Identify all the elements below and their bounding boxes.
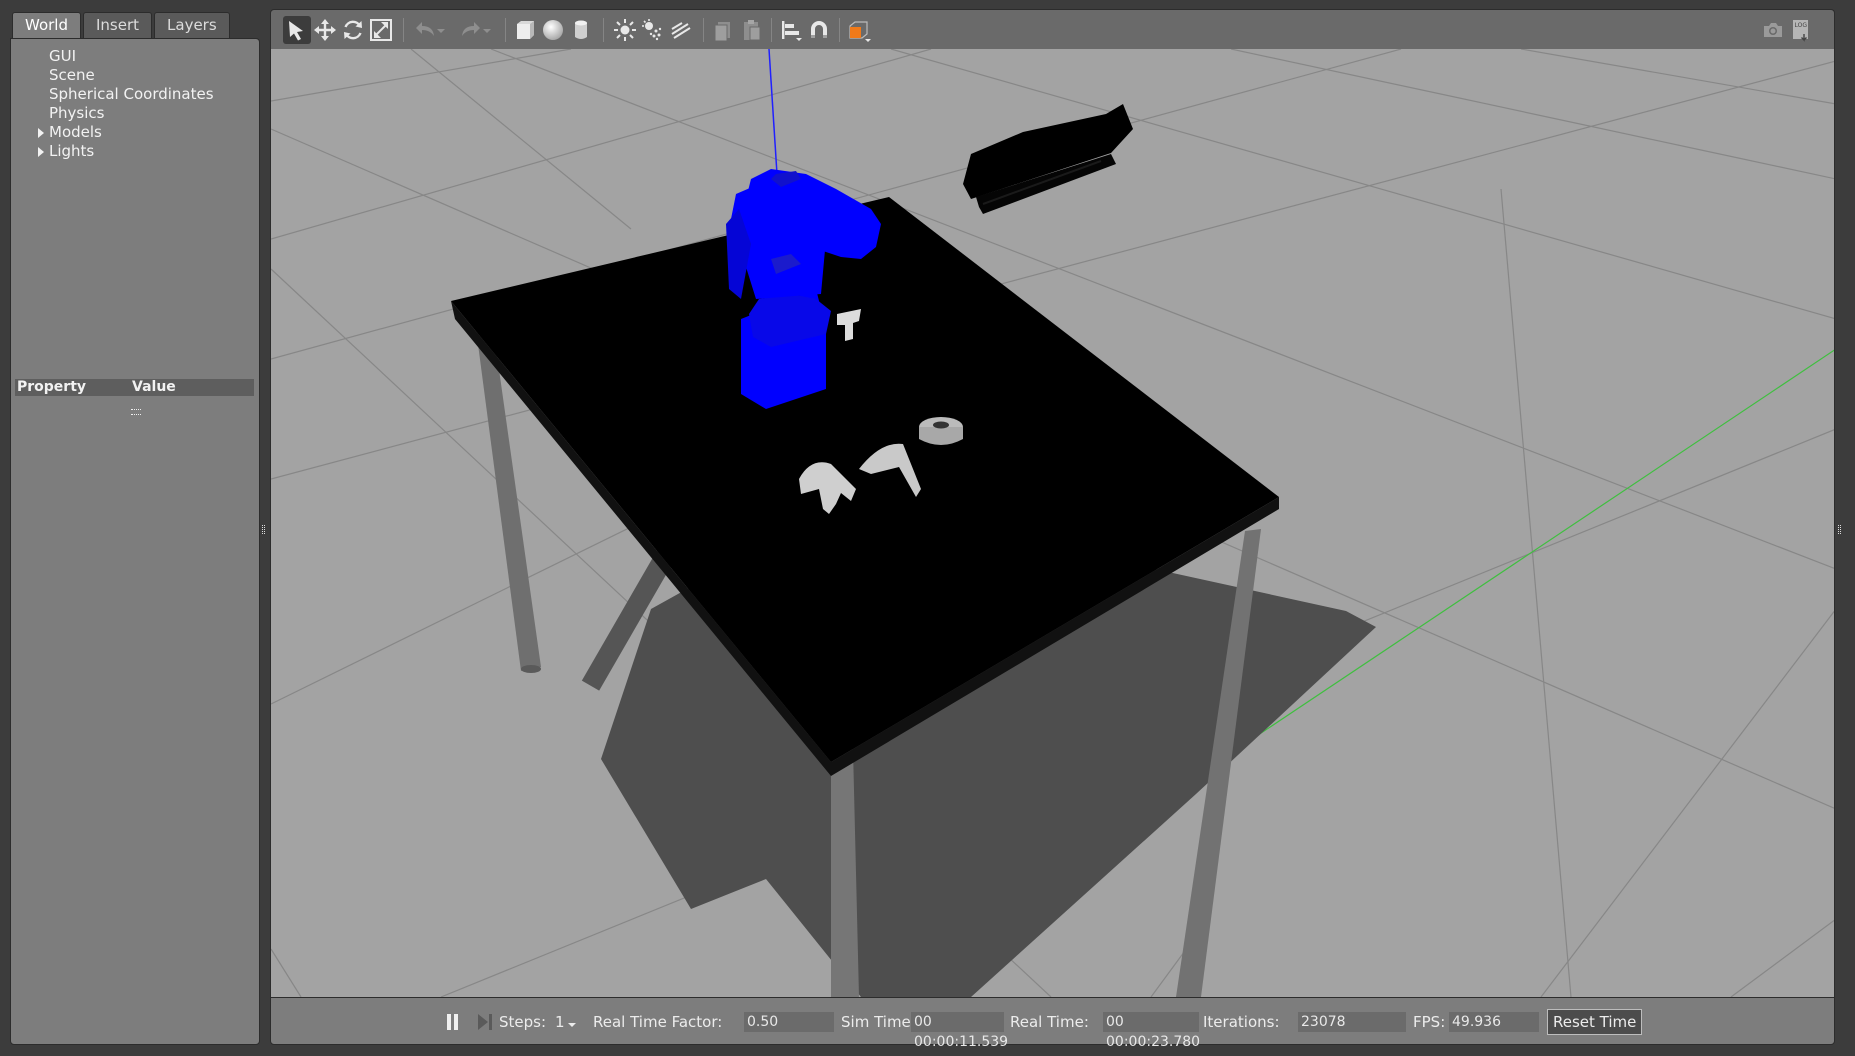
tab-insert[interactable]: Insert [83, 12, 153, 38]
tree-item-label: Lights [49, 142, 95, 160]
iterations-field: 23078 [1298, 1012, 1406, 1032]
rotate-icon[interactable] [339, 16, 367, 44]
step-forward-icon [478, 1014, 492, 1030]
sim-time-label: Sim Time: [841, 1013, 916, 1031]
sphere-shape-icon[interactable] [539, 16, 567, 44]
real-time-factor-field: 0.50 [744, 1012, 834, 1032]
toolbar-separator [839, 18, 840, 42]
box-shape-icon[interactable] [511, 16, 539, 44]
property-table-header: Property Value [15, 379, 254, 396]
expand-arrow-icon[interactable] [38, 147, 44, 157]
tree-item-scene[interactable]: Scene [25, 66, 245, 85]
svg-text:LOG: LOG [1795, 22, 1808, 29]
toolbar-separator [603, 18, 604, 42]
toolbar-separator [703, 18, 704, 42]
log-icon[interactable]: LOG [1787, 16, 1815, 44]
scale-icon[interactable] [367, 16, 395, 44]
steps-value[interactable]: 1 [555, 1012, 565, 1032]
paste-icon[interactable] [737, 16, 765, 44]
reset-time-button[interactable]: Reset Time [1547, 1009, 1643, 1035]
tree-item-spherical-coordinates[interactable]: Spherical Coordinates [25, 85, 245, 104]
panel-splitter-handle[interactable] [131, 409, 141, 415]
world-tree: GUI Scene Spherical Coordinates Physics … [25, 47, 245, 161]
magnet-snap-icon[interactable] [805, 16, 833, 44]
pause-icon [447, 1014, 458, 1030]
fps-label: FPS: [1413, 1013, 1446, 1031]
undo-history-icon[interactable] [433, 16, 449, 44]
select-arrow-icon[interactable] [283, 16, 311, 44]
tree-item-label: GUI [49, 47, 77, 65]
real-time-factor-label: Real Time Factor: [593, 1013, 723, 1031]
directional-light-icon[interactable] [667, 16, 695, 44]
copy-icon[interactable] [709, 16, 737, 44]
real-time-label: Real Time: [1010, 1013, 1089, 1031]
toolbar-separator [403, 18, 404, 42]
view-angle-icon[interactable] [845, 16, 873, 44]
pause-button[interactable] [443, 1012, 463, 1032]
tree-item-label: Spherical Coordinates [49, 85, 214, 103]
world-panel: GUI Scene Spherical Coordinates Physics … [10, 38, 260, 1045]
property-column-header[interactable]: Property [15, 379, 132, 396]
scene-viewport[interactable] [270, 49, 1835, 997]
toolbar-separator [505, 18, 506, 42]
left-panel-collapse-handle[interactable] [262, 525, 265, 534]
scene-render[interactable] [271, 49, 1835, 997]
expand-arrow-icon[interactable] [38, 128, 44, 138]
screenshot-icon[interactable] [1759, 16, 1787, 44]
toolbar: LOG [270, 9, 1835, 49]
tree-item-physics[interactable]: Physics [25, 104, 245, 123]
real-time-field: 00 00:00:23.780 [1103, 1012, 1200, 1050]
tree-item-label: Models [49, 123, 102, 141]
tree-item-label: Physics [49, 104, 105, 122]
right-panel-collapse-handle[interactable] [1838, 525, 1841, 534]
value-column-header[interactable]: Value [132, 379, 254, 396]
steps-spinner-icon[interactable] [567, 1020, 577, 1030]
cylinder-shape-icon[interactable] [567, 16, 595, 44]
tab-layers[interactable]: Layers [154, 12, 230, 38]
iterations-label: Iterations: [1203, 1013, 1280, 1031]
tab-world[interactable]: World [12, 12, 81, 39]
left-panel-tabs: World Insert Layers [12, 12, 232, 39]
left-panel: World Insert Layers GUI Scene Spherical … [0, 0, 270, 1056]
translate-icon[interactable] [311, 16, 339, 44]
steps-label: Steps: [499, 1013, 547, 1031]
toolbar-separator [771, 18, 772, 42]
spot-light-icon[interactable] [639, 16, 667, 44]
tree-item-gui[interactable]: GUI [25, 47, 245, 66]
point-light-icon[interactable] [611, 16, 639, 44]
simulation-status-bar: Steps: 1 Real Time Factor: 0.50 Sim Time… [270, 997, 1835, 1050]
align-icon[interactable] [777, 16, 805, 44]
tree-item-label: Scene [49, 66, 95, 84]
tree-item-models[interactable]: Models [25, 123, 245, 142]
sim-time-field: 00 00:00:11.539 [911, 1012, 1008, 1050]
redo-history-icon[interactable] [479, 16, 495, 44]
fps-field: 49.936 [1449, 1012, 1539, 1032]
step-button[interactable] [475, 1012, 495, 1032]
tree-item-lights[interactable]: Lights [25, 142, 245, 161]
